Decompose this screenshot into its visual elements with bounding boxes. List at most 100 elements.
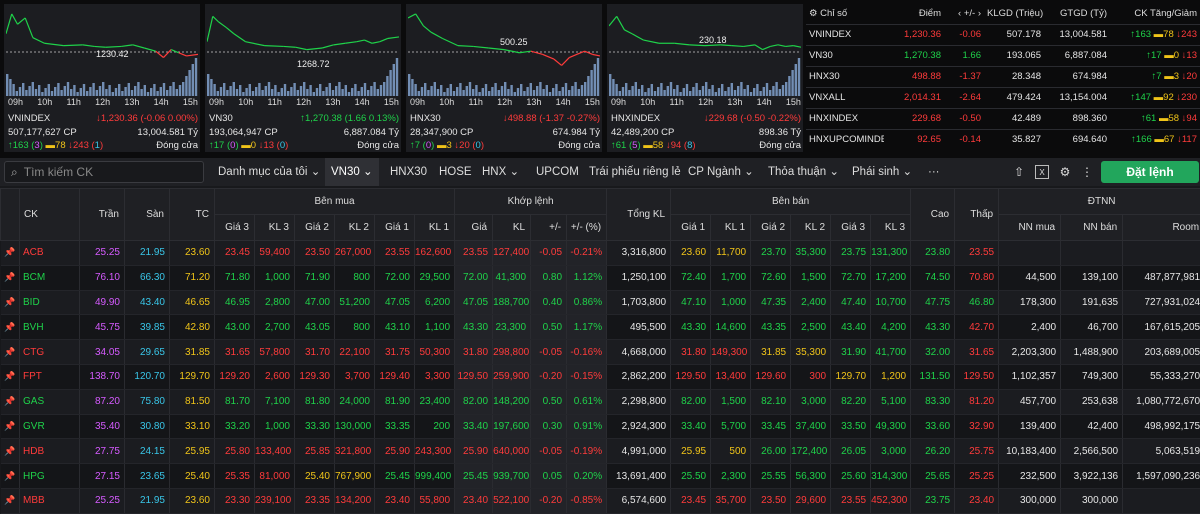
col-low[interactable]: Thấp (955, 189, 999, 241)
ask-price-cell[interactable]: 82.20 (831, 389, 871, 414)
col-gi-1[interactable]: Giá 1 (375, 215, 415, 241)
bid-price-cell[interactable]: 129.30 (295, 364, 335, 389)
pin-icon[interactable]: 📌 (1, 265, 20, 290)
pin-icon[interactable]: 📌 (1, 290, 20, 315)
ask-price-cell[interactable]: 72.70 (831, 265, 871, 290)
symbol-cell[interactable]: FPT (20, 364, 80, 389)
ask-price-cell[interactable]: 47.35 (751, 290, 791, 315)
chart-hnxindex[interactable]: 230.18 09h10h11h12h13h14h15h HNXINDEX↓22… (607, 4, 803, 152)
col-gi-3[interactable]: Giá 3 (215, 215, 255, 241)
bid-price-cell[interactable]: 25.40 (295, 464, 335, 489)
col-gi-2[interactable]: Giá 2 (295, 215, 335, 241)
ask-price-cell[interactable]: 23.75 (831, 241, 871, 266)
ask-price-cell[interactable]: 43.30 (671, 315, 711, 340)
symbol-cell[interactable]: BID (20, 290, 80, 315)
bid-price-cell[interactable]: 25.80 (215, 439, 255, 464)
ask-price-cell[interactable]: 82.10 (751, 389, 791, 414)
ask-price-cell[interactable]: 25.55 (751, 464, 791, 489)
tab-my-watchlist[interactable]: Danh mục của tôi ⌄ (218, 158, 320, 186)
tab-private-bonds[interactable]: Trái phiếu riêng lẻ (589, 158, 681, 186)
table-row[interactable]: 📌GAS87.2075.8081.5081.707,10081.8024,000… (1, 389, 1200, 414)
col-nn-mua[interactable]: NN mua (999, 215, 1061, 241)
index-row[interactable]: VNINDEX 1,230.36 -0.06 507.178 13,004.58… (806, 24, 1200, 45)
excel-export-icon[interactable]: X (1035, 165, 1049, 179)
table-row[interactable]: 📌FPT138.70120.70129.70129.202,600129.303… (1, 364, 1200, 389)
bid-price-cell[interactable]: 129.20 (215, 364, 255, 389)
pin-icon[interactable]: 📌 (1, 315, 20, 340)
table-row[interactable]: 📌CTG34.0529.6531.8531.6557,80031.7022,10… (1, 340, 1200, 365)
gear-icon[interactable]: ⚙ (1058, 165, 1072, 179)
chart-hnx30[interactable]: 500.25 09h10h11h12h13h14h15h HNX30↓498.8… (406, 4, 602, 152)
bid-price-cell[interactable]: 33.35 (375, 414, 415, 439)
tab-upcom[interactable]: UPCOM (536, 158, 579, 186)
pin-icon[interactable]: 📌 (1, 389, 20, 414)
tab-hose[interactable]: HOSE (439, 158, 472, 186)
symbol-cell[interactable]: HDB (20, 439, 80, 464)
ask-price-cell[interactable]: 129.50 (671, 364, 711, 389)
bid-price-cell[interactable]: 25.45 (375, 464, 415, 489)
ask-price-cell[interactable]: 26.00 (751, 439, 791, 464)
search-input[interactable] (24, 165, 184, 179)
col-high[interactable]: Cao (911, 189, 955, 241)
ask-price-cell[interactable]: 129.70 (831, 364, 871, 389)
table-row[interactable]: 📌BVH45.7539.8542.8043.002,70043.0580043.… (1, 315, 1200, 340)
ask-price-cell[interactable]: 129.60 (751, 364, 791, 389)
index-row[interactable]: HNXUPCOMINDEX 92.65 -0.14 35.827 694.640… (806, 129, 1200, 150)
pin-icon[interactable]: 📌 (1, 439, 20, 464)
ask-price-cell[interactable]: 25.60 (831, 464, 871, 489)
col-kl-3[interactable]: KL 3 (255, 215, 295, 241)
chart-vnindex[interactable]: 1230.42 09h10h11h12h13h14h15h VNINDEX↓1,… (4, 4, 200, 152)
col--[interactable]: +/- (%) (567, 215, 607, 241)
col-gi-1[interactable]: Giá 1 (671, 215, 711, 241)
col-kl[interactable]: KL (493, 215, 531, 241)
col-ceiling[interactable]: Trần (80, 189, 125, 241)
table-row[interactable]: 📌ACB25.2521.9523.6023.4559,40023.50267,0… (1, 241, 1200, 266)
bid-price-cell[interactable]: 43.00 (215, 315, 255, 340)
ask-price-cell[interactable]: 33.50 (831, 414, 871, 439)
ask-price-cell[interactable]: 33.40 (671, 414, 711, 439)
bid-price-cell[interactable]: 33.30 (295, 414, 335, 439)
bid-price-cell[interactable]: 33.20 (215, 414, 255, 439)
table-row[interactable]: 📌GVR35.4030.8033.1033.201,00033.30130,00… (1, 414, 1200, 439)
ask-price-cell[interactable]: 25.50 (671, 464, 711, 489)
pin-icon[interactable]: 📌 (1, 414, 20, 439)
bid-price-cell[interactable]: 71.90 (295, 265, 335, 290)
ask-price-cell[interactable]: 31.80 (671, 340, 711, 365)
col-gi-3[interactable]: Giá 3 (831, 215, 871, 241)
chart-vn30[interactable]: 1268.72 09h10h11h12h13h14h15h VN30↑1,270… (205, 4, 401, 152)
col-kl-2[interactable]: KL 2 (791, 215, 831, 241)
ask-price-cell[interactable]: 72.60 (751, 265, 791, 290)
bid-price-cell[interactable]: 81.80 (295, 389, 335, 414)
bid-price-cell[interactable]: 47.00 (295, 290, 335, 315)
symbol-cell[interactable]: GVR (20, 414, 80, 439)
tab-derivatives[interactable]: Phái sinh ⌄ (852, 158, 912, 186)
ask-price-cell[interactable]: 31.85 (751, 340, 791, 365)
col-room[interactable]: Room (1123, 215, 1200, 241)
bid-price-cell[interactable]: 25.85 (295, 439, 335, 464)
col-change[interactable]: ‹ +/- › (944, 4, 984, 24)
bid-price-cell[interactable]: 23.50 (295, 241, 335, 266)
ask-price-cell[interactable]: 82.00 (671, 389, 711, 414)
symbol-cell[interactable]: HPG (20, 464, 80, 489)
col-point[interactable]: Điểm (884, 4, 944, 24)
ask-price-cell[interactable]: 26.05 (831, 439, 871, 464)
col--[interactable]: +/- (531, 215, 567, 241)
pin-icon[interactable]: 📌 (1, 364, 20, 389)
bid-price-cell[interactable]: 47.05 (375, 290, 415, 315)
bid-price-cell[interactable]: 81.70 (215, 389, 255, 414)
tab-industry[interactable]: CP Ngành ⌄ (688, 158, 754, 186)
ask-price-cell[interactable]: 72.40 (671, 265, 711, 290)
place-order-button[interactable]: Đặt lệnh (1101, 161, 1199, 183)
ask-price-cell[interactable]: 33.45 (751, 414, 791, 439)
ask-price-cell[interactable]: 31.90 (831, 340, 871, 365)
symbol-cell[interactable]: ACB (20, 241, 80, 266)
search-box[interactable]: ⌕ (4, 161, 204, 183)
pin-icon[interactable]: 📌 (1, 340, 20, 365)
symbol-cell[interactable]: BCM (20, 265, 80, 290)
col-nn-b-n[interactable]: NN bán (1061, 215, 1123, 241)
tab-vn30[interactable]: VN30 ⌄ (325, 158, 379, 186)
table-row[interactable]: 📌HDB27.7524.1525.9525.80133,40025.85321,… (1, 439, 1200, 464)
col-kl-1[interactable]: KL 1 (415, 215, 455, 241)
bid-price-cell[interactable]: 81.90 (375, 389, 415, 414)
col-kl-2[interactable]: KL 2 (335, 215, 375, 241)
